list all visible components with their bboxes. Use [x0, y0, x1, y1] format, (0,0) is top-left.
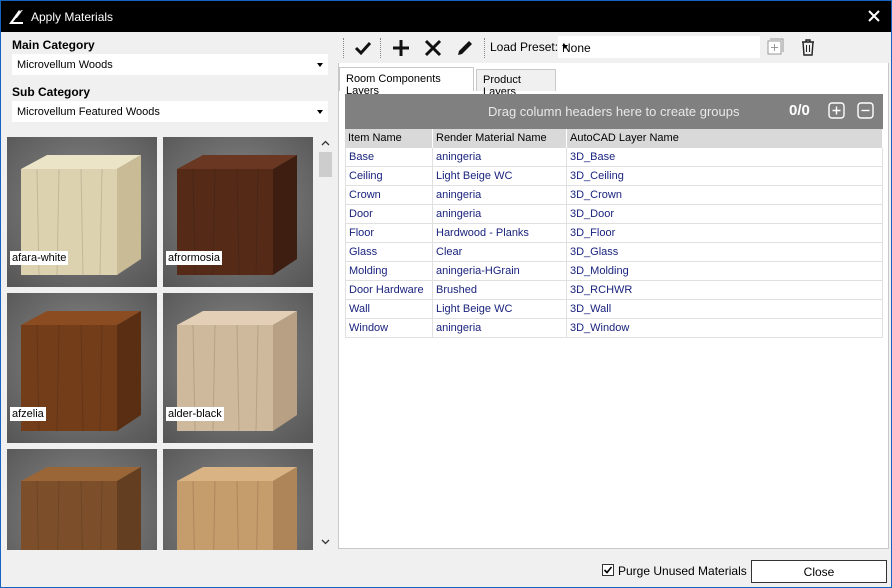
material-swatch[interactable] [163, 449, 313, 550]
swatch-label: afrormosia [166, 251, 222, 265]
material-swatch[interactable]: alder-black [163, 293, 313, 443]
table-cell[interactable]: Glass [345, 243, 433, 262]
table-cell[interactable]: Clear [433, 243, 567, 262]
main-category-value: Microvellum Woods [17, 59, 113, 71]
tab-room-components-layers[interactable]: Room Components Layers [339, 67, 474, 97]
material-swatch-list: afara-white afrormosia afzelia alder-black [7, 137, 315, 550]
table-cell[interactable]: 3D_Glass [567, 243, 883, 262]
close-button[interactable]: Close [751, 560, 887, 583]
table-row[interactable]: Crown aningeria 3D_Crown [345, 186, 883, 205]
column-header-row: Item Name Render Material Name AutoCAD L… [345, 129, 883, 148]
swatch-label: alder-black [166, 407, 224, 421]
table-cell[interactable]: Molding [345, 262, 433, 281]
table-row[interactable]: Wall Light Beige WC 3D_Wall [345, 300, 883, 319]
purge-unused-checkbox[interactable] [602, 564, 614, 576]
column-header-autocad-layer-name[interactable]: AutoCAD Layer Name [567, 129, 883, 148]
table-cell[interactable]: 3D_Molding [567, 262, 883, 281]
swatch-scrollbar[interactable] [317, 137, 334, 550]
record-count: 0/0 [789, 102, 810, 119]
plus-icon[interactable] [390, 37, 412, 59]
main-category-select[interactable]: Microvellum Woods [12, 54, 328, 75]
table-cell[interactable]: 3D_Door [567, 205, 883, 224]
app-logo-icon [9, 10, 23, 24]
material-swatch[interactable]: afrormosia [163, 137, 313, 287]
swatch-label: afara-white [10, 251, 69, 265]
table-row[interactable]: Door aningeria 3D_Door [345, 205, 883, 224]
title-bar: Apply Materials [1, 1, 891, 32]
toolbar-separator [380, 38, 381, 58]
table-row[interactable]: Window aningeria 3D_Window [345, 319, 883, 338]
table-cell[interactable]: 3D_Wall [567, 300, 883, 319]
table-cell[interactable]: 3D_RCHWR [567, 281, 883, 300]
column-header-render-material-name[interactable]: Render Material Name [433, 129, 567, 148]
collapse-all-icon[interactable] [857, 102, 874, 119]
table-cell[interactable]: 3D_Base [567, 148, 883, 167]
window-title: Apply Materials [31, 10, 114, 24]
table-cell[interactable]: aningeria [433, 148, 567, 167]
group-hint: Drag column headers here to create group… [488, 104, 740, 119]
material-swatch[interactable]: afzelia [7, 293, 157, 443]
toolbar-separator [343, 38, 344, 58]
table-cell[interactable]: Brushed [433, 281, 567, 300]
table-row[interactable]: Ceiling Light Beige WC 3D_Ceiling [345, 167, 883, 186]
scroll-up-icon[interactable] [321, 139, 330, 148]
toolbar-separator [484, 38, 485, 58]
chevron-down-icon [562, 45, 568, 49]
trash-icon[interactable] [800, 38, 816, 56]
table-row[interactable]: Door Hardware Brushed 3D_RCHWR [345, 281, 883, 300]
layers-grid: Drag column headers here to create group… [345, 94, 883, 534]
checkmark-icon [603, 566, 613, 574]
chevron-down-icon [317, 110, 323, 114]
load-preset-label: Load Preset: [490, 40, 559, 54]
table-cell[interactable]: aningeria [433, 319, 567, 338]
wood-cube-image [21, 467, 141, 550]
table-cell[interactable]: Window [345, 319, 433, 338]
column-header-item-name[interactable]: Item Name [345, 129, 433, 148]
table-cell[interactable]: aningeria [433, 186, 567, 205]
scroll-down-icon[interactable] [321, 537, 330, 546]
table-cell[interactable]: aningeria [433, 205, 567, 224]
sub-category-label: Sub Category [12, 85, 91, 99]
scroll-thumb[interactable] [319, 152, 332, 177]
close-window-icon[interactable] [865, 6, 883, 26]
main-category-label: Main Category [12, 38, 95, 52]
check-icon[interactable] [352, 37, 374, 59]
purge-unused-label: Purge Unused Materials [618, 564, 747, 578]
tab-product-layers[interactable]: Product Layers [476, 69, 556, 98]
wood-cube-image [177, 467, 297, 550]
material-swatch[interactable] [7, 449, 157, 550]
table-cell[interactable]: Door Hardware [345, 281, 433, 300]
table-cell[interactable]: Crown [345, 186, 433, 205]
table-row[interactable]: Floor Hardwood - Planks 3D_Floor [345, 224, 883, 243]
chevron-down-icon [317, 63, 323, 67]
swatch-label: afzelia [10, 407, 46, 421]
apply-materials-window: Apply Materials Main Category Microvellu… [0, 0, 892, 588]
x-icon[interactable] [422, 37, 444, 59]
group-panel[interactable]: Drag column headers here to create group… [345, 94, 883, 129]
table-cell[interactable]: 3D_Ceiling [567, 167, 883, 186]
table-row[interactable]: Base aningeria 3D_Base [345, 148, 883, 167]
pencil-icon[interactable] [454, 37, 476, 59]
table-row[interactable]: Glass Clear 3D_Glass [345, 243, 883, 262]
table-cell[interactable]: Floor [345, 224, 433, 243]
table-cell[interactable]: aningeria-HGrain [433, 262, 567, 281]
expand-all-icon[interactable] [828, 102, 845, 119]
table-cell[interactable]: Light Beige WC [433, 300, 567, 319]
table-cell[interactable]: Door [345, 205, 433, 224]
new-preset-icon[interactable] [766, 38, 784, 56]
load-preset-select[interactable]: None [558, 36, 760, 58]
table-cell[interactable]: Ceiling [345, 167, 433, 186]
table-cell[interactable]: 3D_Crown [567, 186, 883, 205]
material-swatch[interactable]: afara-white [7, 137, 157, 287]
sub-category-select[interactable]: Microvellum Featured Woods [12, 101, 328, 122]
table-cell[interactable]: Wall [345, 300, 433, 319]
table-cell[interactable]: 3D_Floor [567, 224, 883, 243]
table-cell[interactable]: Light Beige WC [433, 167, 567, 186]
sub-category-value: Microvellum Featured Woods [17, 106, 160, 118]
table-cell[interactable]: 3D_Window [567, 319, 883, 338]
table-row[interactable]: Molding aningeria-HGrain 3D_Molding [345, 262, 883, 281]
table-cell[interactable]: Hardwood - Planks [433, 224, 567, 243]
table-cell[interactable]: Base [345, 148, 433, 167]
